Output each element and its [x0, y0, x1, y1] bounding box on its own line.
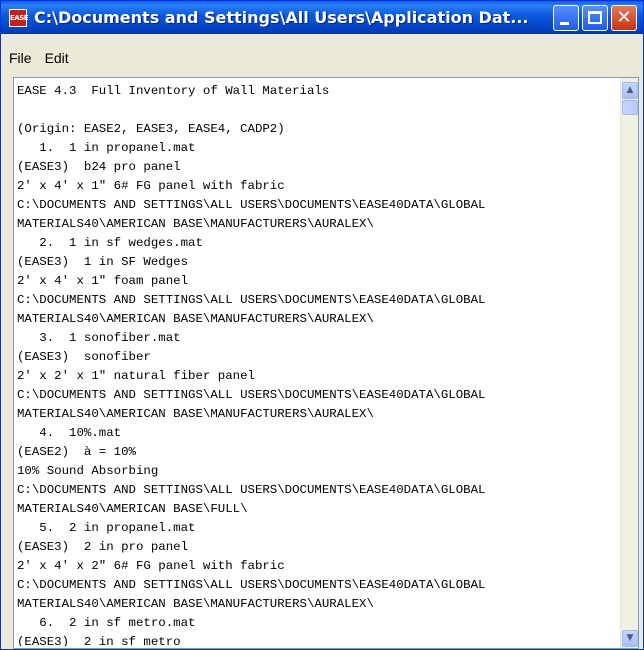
text-line: (EASE3) b24 pro panel: [17, 160, 181, 174]
close-button[interactable]: ✕: [611, 4, 637, 31]
text-line: C:\DOCUMENTS AND SETTINGS\ALL USERS\DOCU…: [17, 483, 486, 497]
text-line: (EASE3) 1 in SF Wedges: [17, 255, 189, 269]
scroll-down-button[interactable]: ▼: [622, 630, 638, 647]
text-line: 10% Sound Absorbing: [17, 464, 159, 478]
text-line: MATERIALS40\AMERICAN BASE\MANUFACTURERS\…: [17, 407, 374, 421]
text-line: 3. 1 sonofiber.mat: [17, 331, 181, 345]
notepad-window: EASE C:\Documents and Settings\All Users…: [0, 0, 644, 650]
menu-bar: File Edit: [3, 47, 643, 69]
scroll-thumb[interactable]: [622, 100, 638, 115]
close-icon: ✕: [616, 6, 632, 28]
text-line: MATERIALS40\AMERICAN BASE\MANUFACTURERS\…: [17, 597, 374, 611]
window-title: C:\Documents and Settings\All Users\Appl…: [34, 8, 529, 27]
scroll-up-button[interactable]: ▲: [622, 82, 638, 99]
text-line: 4. 10%.mat: [17, 426, 122, 440]
minimize-icon: [560, 21, 569, 25]
text-line: 1. 1 in propanel.mat: [17, 141, 196, 155]
text-line: C:\DOCUMENTS AND SETTINGS\ALL USERS\DOCU…: [17, 578, 486, 592]
text-line: 6. 2 in sf metro.mat: [17, 616, 196, 630]
scroll-up-arrow-icon: ▲: [626, 85, 634, 95]
text-line: (EASE3) sonofiber: [17, 350, 151, 364]
text-line: (EASE3) 2 in sf metro: [17, 635, 181, 646]
text-line: MATERIALS40\AMERICAN BASE\MANUFACTURERS\…: [17, 312, 374, 326]
text-line: 5. 2 in propanel.mat: [17, 521, 196, 535]
text-line: C:\DOCUMENTS AND SETTINGS\ALL USERS\DOCU…: [17, 388, 486, 402]
title-bar[interactable]: EASE C:\Documents and Settings\All Users…: [1, 1, 643, 34]
text-line: 2' x 2' x 1" natural fiber panel: [17, 369, 255, 383]
text-line: C:\DOCUMENTS AND SETTINGS\ALL USERS\DOCU…: [17, 293, 486, 307]
text-line: 2' x 4' x 2" 6# FG panel with fabric: [17, 559, 285, 573]
text-line: 2' x 4' x 1" foam panel: [17, 274, 189, 288]
menu-file[interactable]: File: [3, 50, 39, 66]
text-content[interactable]: EASE 4.3 Full Inventory of Wall Material…: [17, 82, 617, 646]
menu-edit[interactable]: Edit: [39, 50, 76, 66]
text-line: MATERIALS40\AMERICAN BASE\FULL\: [17, 502, 248, 516]
vertical-scrollbar[interactable]: ▲ ▼: [620, 78, 638, 648]
scroll-down-arrow-icon: ▼: [626, 633, 634, 643]
text-editor[interactable]: EASE 4.3 Full Inventory of Wall Material…: [13, 77, 639, 649]
text-line: EASE 4.3 Full Inventory of Wall Material…: [17, 84, 330, 98]
app-icon[interactable]: EASE: [9, 8, 29, 27]
minimize-button[interactable]: [553, 4, 579, 31]
window-controls: ✕: [553, 4, 637, 31]
text-line: 2. 1 in sf wedges.mat: [17, 236, 203, 250]
text-line: C:\DOCUMENTS AND SETTINGS\ALL USERS\DOCU…: [17, 198, 486, 212]
text-line: (Origin: EASE2, EASE3, EASE4, CADP2): [17, 122, 285, 136]
text-line: MATERIALS40\AMERICAN BASE\MANUFACTURERS\…: [17, 217, 374, 231]
maximize-icon: [588, 10, 602, 24]
text-line: [17, 101, 617, 120]
text-line: 2' x 4' x 1" 6# FG panel with fabric: [17, 179, 285, 193]
text-line: (EASE2) à = 10%: [17, 445, 136, 459]
text-line: (EASE3) 2 in pro panel: [17, 540, 189, 554]
maximize-button[interactable]: [582, 4, 608, 31]
